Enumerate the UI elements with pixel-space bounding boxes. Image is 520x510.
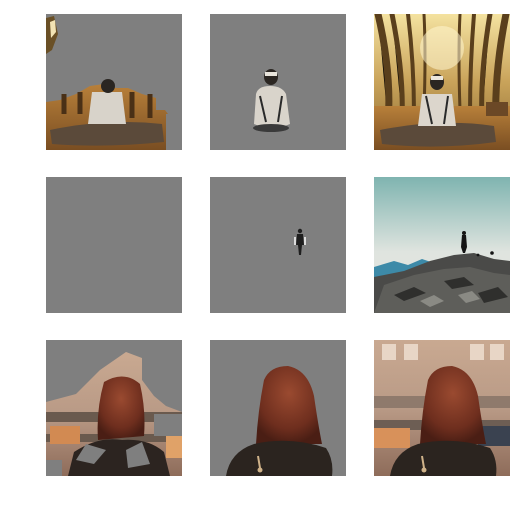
street-masked-context-tile bbox=[46, 340, 182, 476]
forest-masked-context-tile bbox=[46, 14, 182, 150]
forest-original-tile bbox=[374, 14, 510, 150]
mountain-original-tile bbox=[374, 177, 510, 313]
mountain-masked-subject-tile bbox=[210, 177, 346, 313]
forest-masked-subject-tile bbox=[210, 14, 346, 150]
street-masked-subject-tile bbox=[210, 340, 346, 476]
mountain-masked-empty-tile bbox=[46, 177, 182, 313]
street-original-tile bbox=[374, 340, 510, 476]
